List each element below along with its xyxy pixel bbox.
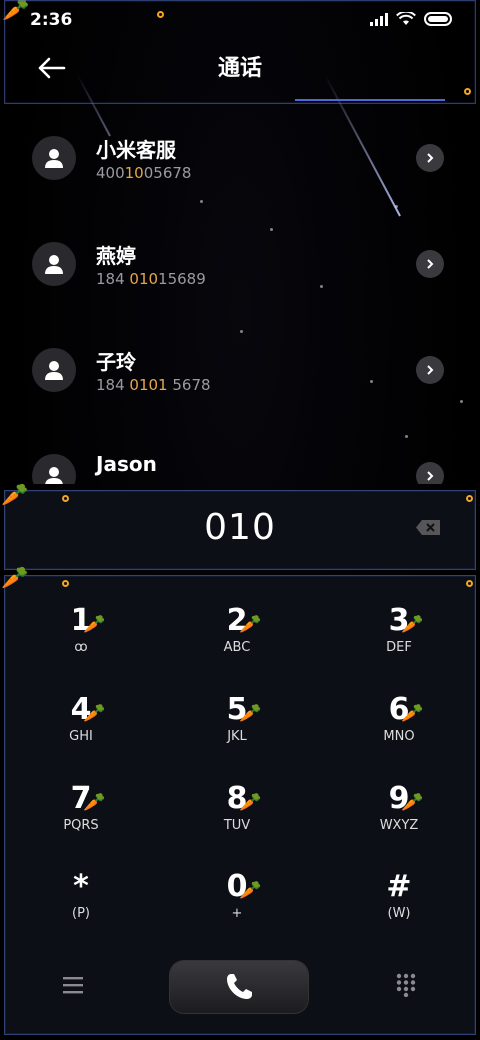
contact-number: 184 0101 5678 bbox=[96, 376, 211, 394]
dialed-number[interactable]: 010 bbox=[5, 507, 475, 548]
contact-name: 小米客服 bbox=[96, 138, 176, 162]
key-4[interactable]: 4 🥕 GHI bbox=[21, 665, 141, 745]
phone-icon bbox=[227, 974, 252, 999]
chevron-right-icon bbox=[427, 471, 434, 481]
contact-number: 184 01015689 bbox=[96, 270, 206, 288]
page-title: 通话 bbox=[217, 56, 262, 81]
key-2[interactable]: 2 🥕 ABC bbox=[177, 576, 297, 656]
key-hash[interactable]: # (W) bbox=[339, 842, 459, 922]
call-button[interactable] bbox=[170, 961, 308, 1013]
contact-detail-button[interactable] bbox=[416, 144, 444, 172]
avatar bbox=[32, 242, 76, 286]
contact-item[interactable]: 小米客服 4001005678 bbox=[0, 104, 480, 210]
contact-item[interactable]: Jason bbox=[0, 422, 480, 484]
menu-icon[interactable] bbox=[60, 975, 86, 995]
person-icon bbox=[45, 361, 63, 380]
chevron-right-icon bbox=[427, 259, 434, 269]
person-icon bbox=[45, 255, 63, 274]
contact-item[interactable]: 子玲 184 0101 5678 bbox=[0, 316, 480, 422]
frame-dot bbox=[157, 11, 164, 18]
frame-dot bbox=[466, 495, 473, 502]
key-5[interactable]: 5 🥕 JKL bbox=[177, 665, 297, 745]
person-icon bbox=[45, 467, 63, 484]
chevron-right-icon bbox=[427, 365, 434, 375]
key-1[interactable]: 1 🥕 ꝏ bbox=[21, 576, 141, 656]
backspace-icon[interactable] bbox=[415, 519, 441, 536]
avatar bbox=[32, 348, 76, 392]
avatar bbox=[32, 454, 76, 484]
number-display: 🥕 010 bbox=[1, 485, 476, 570]
key-9[interactable]: 9 🥕 WXYZ bbox=[339, 754, 459, 834]
contact-detail-button[interactable] bbox=[416, 462, 444, 484]
app-header: 通话 bbox=[0, 40, 480, 102]
chevron-right-icon bbox=[427, 153, 434, 163]
contact-item[interactable]: 燕婷 184 01015689 bbox=[0, 210, 480, 316]
contact-name: 燕婷 bbox=[96, 244, 136, 268]
avatar bbox=[32, 136, 76, 180]
key-7[interactable]: 7 🥕 PQRS bbox=[21, 754, 141, 834]
key-6[interactable]: 6 🥕 MNO bbox=[339, 665, 459, 745]
contact-number: 4001005678 bbox=[96, 164, 192, 182]
contact-list: 小米客服 4001005678 燕婷 184 01015689 子玲 184 0… bbox=[0, 104, 480, 484]
key-star[interactable]: * (P) bbox=[21, 842, 141, 922]
contact-name: Jason bbox=[96, 452, 157, 476]
key-0[interactable]: 0 🥕 + bbox=[177, 842, 297, 922]
contact-detail-button[interactable] bbox=[416, 356, 444, 384]
person-icon bbox=[45, 149, 63, 168]
frame-dot bbox=[62, 495, 69, 502]
contact-name: 子玲 bbox=[96, 350, 136, 374]
dialpad-grid-icon[interactable] bbox=[395, 973, 417, 997]
key-8[interactable]: 8 🥕 TUV bbox=[177, 754, 297, 834]
key-3[interactable]: 3 🥕 DEF bbox=[339, 576, 459, 656]
carrot-icon: 🥕 bbox=[1, 483, 29, 508]
contact-detail-button[interactable] bbox=[416, 250, 444, 278]
frame-dot bbox=[466, 580, 473, 587]
